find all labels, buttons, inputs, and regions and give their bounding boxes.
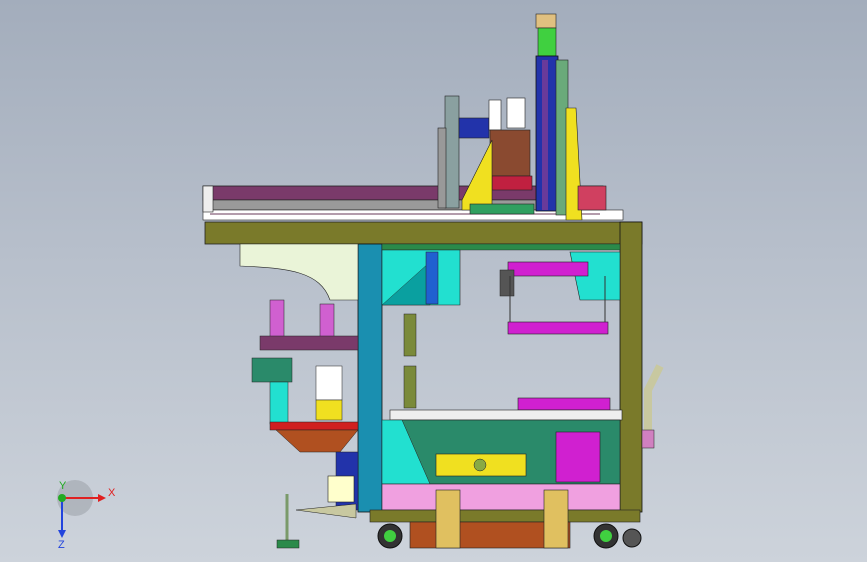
z-axis-label: Z <box>58 539 65 550</box>
top-plate <box>204 221 643 245</box>
orientation-triad: X Y Z <box>57 480 116 550</box>
magenta-motor <box>555 431 601 483</box>
leveling-foot <box>276 494 300 549</box>
vertical-column <box>535 13 607 221</box>
side-pipe <box>644 364 664 440</box>
y-axis-dot <box>58 494 66 502</box>
x-axis-label: X <box>108 487 116 499</box>
y-axis-label: Y <box>59 480 67 492</box>
left-feeder <box>239 243 359 519</box>
lower-tray <box>517 397 611 411</box>
cad-viewport[interactable] <box>0 0 867 562</box>
